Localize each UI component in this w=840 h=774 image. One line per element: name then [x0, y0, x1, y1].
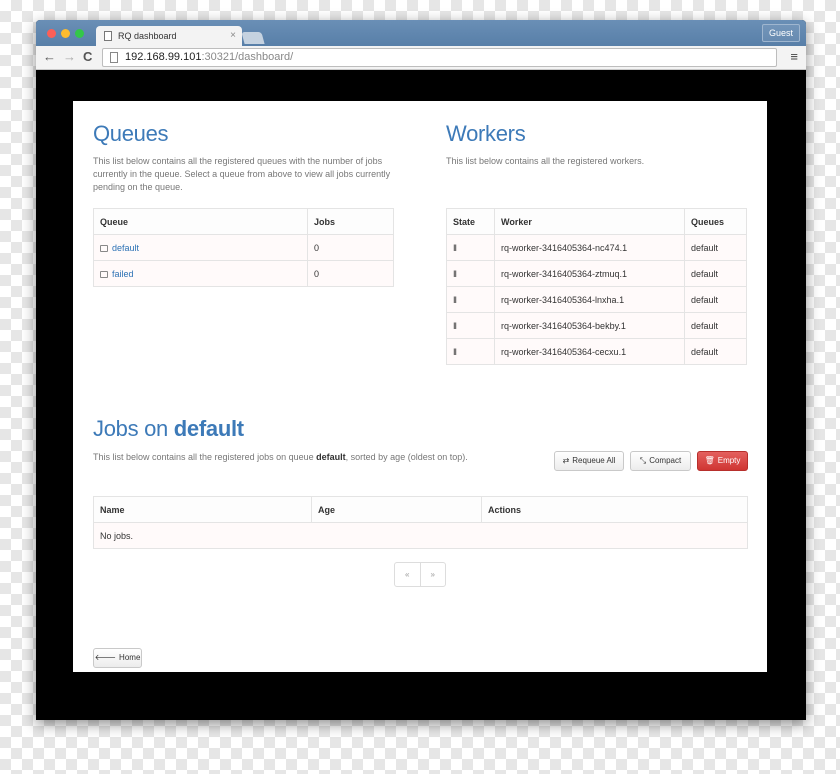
table-row: II rq-worker-3416405364-ztmuq.1 default — [446, 260, 747, 287]
guest-profile-button[interactable]: Guest — [761, 24, 800, 42]
browser-window: RQ dashboard × Guest ← → C 192.168.99.10… — [36, 20, 806, 720]
jobs-table-header: Name Age Actions — [93, 496, 748, 523]
jobs-description: This list below contains all the registe… — [93, 451, 533, 464]
page-content: Queues This list below contains all the … — [73, 101, 767, 672]
compact-label: Compact — [649, 456, 682, 465]
queues-table-header: Queue Jobs — [93, 208, 394, 235]
queue-cell: failed — [93, 260, 308, 287]
requeue-all-button[interactable]: ⇄ Requeue All — [554, 451, 624, 471]
title-bar: RQ dashboard × Guest — [36, 20, 806, 46]
worker-name: rq-worker-3416405364-cecxu.1 — [494, 338, 685, 365]
arrow-left-icon: 🡐 — [94, 653, 117, 662]
worker-queues: default — [684, 312, 747, 339]
column-header-actions: Actions — [481, 496, 748, 523]
worker-queues: default — [684, 260, 747, 287]
jobs-count: 0 — [307, 234, 394, 261]
retweet-icon: ⇄ — [562, 456, 570, 465]
table-row: failed 0 — [93, 260, 394, 287]
requeue-all-label: Requeue All — [572, 456, 616, 465]
tab-title: RQ dashboard — [118, 31, 177, 41]
url-path: :30321/dashboard/ — [201, 51, 294, 63]
queue-link-default[interactable]: default — [112, 243, 139, 253]
worker-name: rq-worker-3416405364-ztmuq.1 — [494, 260, 685, 287]
queue-cell: default — [93, 234, 308, 261]
column-header-age: Age — [311, 496, 482, 523]
empty-label: Empty — [717, 456, 741, 465]
jobs-title-queue: default — [173, 416, 244, 441]
tab-close-icon[interactable]: × — [230, 26, 236, 46]
column-header-worker: Worker — [494, 208, 685, 235]
jobs-table: Name Age Actions No jobs. — [93, 496, 748, 549]
paused-icon: II — [446, 234, 495, 261]
worker-queues: default — [684, 234, 747, 261]
inbox-icon — [100, 270, 108, 278]
table-row: default 0 — [93, 234, 394, 261]
compact-button[interactable]: ⤡ Compact — [630, 451, 691, 471]
queues-description: This list below contains all the registe… — [93, 156, 391, 192]
table-row: II rq-worker-3416405364-cecxu.1 default — [446, 338, 747, 365]
column-header-queue: Queue — [93, 208, 308, 235]
forward-arrow-icon[interactable]: → — [63, 49, 76, 65]
close-window-button[interactable] — [47, 29, 56, 38]
queues-title: Queues — [93, 121, 169, 146]
workers-table: State Worker Queues II rq-worker-3416405… — [446, 208, 747, 365]
browser-tab[interactable]: RQ dashboard × — [96, 26, 242, 46]
jobs-desc-suffix: , sorted by age (oldest on top). — [345, 452, 468, 462]
worker-queues: default — [684, 338, 747, 365]
worker-name: rq-worker-3416405364-nc474.1 — [494, 234, 685, 261]
table-row: II rq-worker-3416405364-bekby.1 default — [446, 312, 747, 339]
home-button[interactable]: 🡐 Home — [93, 648, 142, 668]
menu-icon[interactable]: ≡ — [790, 49, 798, 65]
queues-table: Queue Jobs default 0 failed 0 — [93, 208, 394, 287]
reload-icon[interactable]: C — [83, 49, 92, 65]
table-row: II rq-worker-3416405364-lnxha.1 default — [446, 286, 747, 313]
minimize-window-button[interactable] — [61, 29, 70, 38]
workers-description: This list below contains all the registe… — [446, 156, 645, 166]
next-page-button[interactable]: » — [419, 563, 446, 586]
inbox-icon — [100, 244, 108, 252]
pagination: « » — [394, 562, 446, 587]
page-icon — [110, 52, 118, 63]
address-bar[interactable]: 192.168.99.101:30321/dashboard/ — [102, 48, 777, 67]
paused-icon: II — [446, 338, 495, 365]
column-header-state: State — [446, 208, 495, 235]
queue-link-failed[interactable]: failed — [112, 269, 134, 279]
url-host: 192.168.99.101 — [125, 51, 202, 63]
prev-page-button[interactable]: « — [395, 563, 420, 586]
column-header-jobs: Jobs — [307, 208, 394, 235]
no-jobs-message: No jobs. — [93, 522, 748, 549]
table-row: II rq-worker-3416405364-nc474.1 default — [446, 234, 747, 261]
jobs-title-prefix: Jobs on — [93, 416, 174, 441]
browser-toolbar: ← → C 192.168.99.101:30321/dashboard/ ≡ — [36, 46, 806, 70]
paused-icon: II — [446, 260, 495, 287]
page-icon — [104, 31, 112, 41]
empty-button[interactable]: 🗑 Empty — [697, 451, 748, 471]
new-tab-button[interactable] — [241, 32, 265, 44]
workers-title: Workers — [446, 121, 526, 146]
paused-icon: II — [446, 312, 495, 339]
worker-name: rq-worker-3416405364-bekby.1 — [494, 312, 685, 339]
worker-queues: default — [684, 286, 747, 313]
column-header-queues: Queues — [684, 208, 747, 235]
paused-icon: II — [446, 286, 495, 313]
column-header-name: Name — [93, 496, 312, 523]
jobs-desc-queue: default — [316, 452, 346, 462]
worker-name: rq-worker-3416405364-lnxha.1 — [494, 286, 685, 313]
back-arrow-icon[interactable]: ← — [43, 49, 56, 65]
jobs-desc-prefix: This list below contains all the registe… — [93, 452, 317, 462]
home-label: Home — [119, 653, 141, 662]
workers-table-header: State Worker Queues — [446, 208, 747, 235]
table-row: No jobs. — [93, 522, 748, 549]
compress-icon: ⤡ — [639, 456, 647, 465]
trash-icon: 🗑 — [704, 456, 715, 465]
jobs-title: Jobs on default — [93, 416, 244, 442]
jobs-count: 0 — [307, 260, 394, 287]
maximize-window-button[interactable] — [75, 29, 84, 38]
